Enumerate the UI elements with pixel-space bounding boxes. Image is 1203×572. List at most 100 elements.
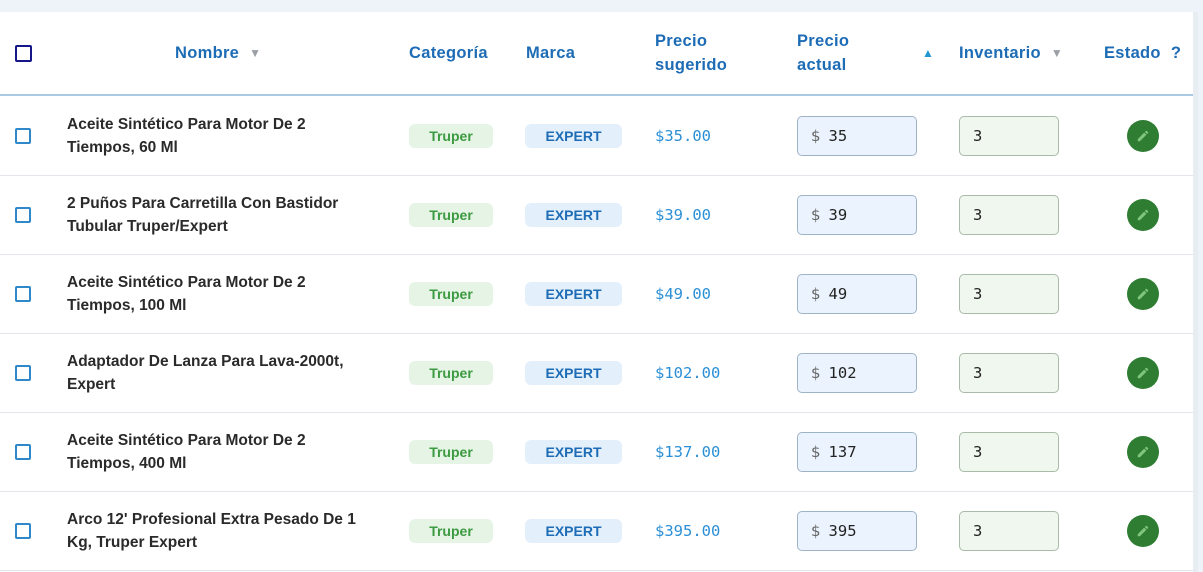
status-cell [1127, 333, 1159, 412]
current-price-value: 395 [828, 521, 857, 540]
edit-button[interactable] [1127, 356, 1159, 389]
brand-cell: EXPERT [525, 96, 622, 175]
brand-cell: EXPERT [525, 333, 622, 412]
product-name-line2: Tiempos, 60 Ml [67, 138, 178, 156]
current-price-cell: $ 137 [797, 412, 917, 491]
row-select-cell [15, 254, 31, 333]
table-row: Adaptador De Lanza Para Lava-2000t, Expe… [0, 333, 1198, 413]
inventory-input[interactable]: 3 [959, 431, 1059, 472]
product-name-line1: Arco 12' Profesional Extra Pesado De 1 [67, 510, 356, 528]
suggested-price: $39.00 [655, 205, 711, 224]
current-price-value: 35 [828, 126, 848, 145]
product-name-line1: Aceite Sintético Para Motor De 2 [67, 431, 306, 449]
table-header: Nombre ▼ Categoría Marca Precio sugerido… [0, 12, 1198, 96]
currency-symbol: $ [811, 126, 821, 145]
currency-symbol: $ [811, 442, 821, 461]
column-label-marca: Marca [526, 44, 576, 62]
category-cell: Truper [409, 96, 493, 175]
row-select-cell [15, 491, 31, 570]
current-price-input[interactable]: $ 35 [797, 115, 917, 156]
status-cell [1127, 175, 1159, 254]
inventory-input[interactable]: 3 [959, 510, 1059, 551]
current-price-input[interactable]: $ 39 [797, 194, 917, 235]
inventory-cell: 3 [959, 491, 1059, 570]
column-header-marca: Marca [526, 12, 575, 94]
current-price-input[interactable]: $ 49 [797, 273, 917, 314]
pencil-icon [1137, 525, 1149, 536]
inventory-input[interactable]: 3 [959, 352, 1059, 393]
row-checkbox[interactable] [15, 206, 31, 223]
current-price-value: 49 [828, 284, 848, 303]
current-price-input[interactable]: $ 137 [797, 431, 917, 472]
brand-cell: EXPERT [525, 254, 622, 333]
brand-badge: EXPERT [525, 281, 622, 306]
sort-down-icon[interactable]: ▼ [1051, 41, 1063, 65]
brand-cell: EXPERT [525, 412, 622, 491]
inventory-cell: 3 [959, 333, 1059, 412]
inventory-cell: 3 [959, 254, 1059, 333]
product-name-cell: 2 Puños Para Carretilla Con Bastidor Tub… [67, 175, 387, 254]
row-checkbox[interactable] [15, 127, 31, 144]
sort-up-icon[interactable]: ▲ [922, 41, 934, 65]
inventory-cell: 3 [959, 175, 1059, 254]
category-badge: Truper [409, 281, 493, 306]
inventory-input[interactable]: 3 [959, 194, 1059, 235]
brand-badge: EXPERT [525, 123, 622, 148]
product-name: Adaptador De Lanza Para Lava-2000t, Expe… [67, 350, 387, 396]
status-cell [1127, 254, 1159, 333]
select-all-checkbox[interactable] [15, 44, 32, 62]
current-price-input[interactable]: $ 395 [797, 510, 917, 551]
product-name-line2: Kg, Truper Expert [67, 533, 198, 551]
product-name-cell: Arco 12' Profesional Extra Pesado De 1 K… [67, 491, 387, 570]
product-name-line1: Aceite Sintético Para Motor De 2 [67, 273, 306, 291]
table-row: Aceite Sintético Para Motor De 2 Tiempos… [0, 412, 1198, 492]
sort-down-icon[interactable]: ▼ [249, 41, 261, 65]
suggested-price: $137.00 [655, 442, 721, 461]
inventory-value: 3 [973, 284, 983, 303]
column-header-precio-sugerido: Precio sugerido [655, 12, 727, 94]
column-label-precio-sugerido-line2: sugerido [655, 56, 728, 74]
edit-button[interactable] [1127, 277, 1159, 310]
column-header-categoria: Categoría [409, 12, 488, 94]
category-badge: Truper [409, 439, 493, 464]
table-row: 2 Puños Para Carretilla Con Bastidor Tub… [0, 175, 1198, 255]
edit-button[interactable] [1127, 514, 1159, 547]
scrollbar[interactable] [1193, 12, 1198, 572]
inventory-input[interactable]: 3 [959, 115, 1059, 156]
inventory-cell: 3 [959, 96, 1059, 175]
row-checkbox[interactable] [15, 443, 31, 460]
edit-button[interactable] [1127, 435, 1159, 468]
category-cell: Truper [409, 333, 493, 412]
suggested-price-cell: $49.00 [655, 254, 711, 333]
brand-badge: EXPERT [525, 518, 622, 543]
column-label-nombre: Nombre [175, 44, 240, 62]
inventory-input[interactable]: 3 [959, 273, 1059, 314]
column-label-precio-actual-line1: Precio [797, 32, 850, 50]
row-checkbox[interactable] [15, 522, 31, 539]
help-icon[interactable]: ? [1171, 41, 1181, 65]
category-cell: Truper [409, 254, 493, 333]
edit-button[interactable] [1127, 119, 1159, 152]
row-select-cell [15, 333, 31, 412]
column-header-nombre[interactable]: Nombre ▼ [175, 12, 261, 94]
row-checkbox[interactable] [15, 364, 31, 381]
product-name: Arco 12' Profesional Extra Pesado De 1 K… [67, 508, 387, 554]
column-label-inventario: Inventario [959, 44, 1041, 62]
column-header-inventario[interactable]: Inventario ▼ [959, 12, 1063, 94]
pencil-icon [1137, 367, 1149, 378]
row-checkbox[interactable] [15, 285, 31, 302]
table-row: Aceite Sintético Para Motor De 2 Tiempos… [0, 96, 1198, 176]
edit-button[interactable] [1127, 198, 1159, 231]
column-header-precio-actual[interactable]: Precio actual [797, 12, 849, 94]
row-select-cell [15, 175, 31, 254]
row-select-cell [15, 412, 31, 491]
brand-cell: EXPERT [525, 175, 622, 254]
product-name-line1: Adaptador De Lanza Para Lava-2000t, [67, 352, 344, 370]
inventory-cell: 3 [959, 412, 1059, 491]
inventory-value: 3 [973, 521, 983, 540]
suggested-price-cell: $395.00 [655, 491, 720, 570]
current-price-input[interactable]: $ 102 [797, 352, 917, 393]
product-name-line2: Expert [67, 375, 116, 393]
inventory-value: 3 [973, 205, 983, 224]
product-name-cell: Aceite Sintético Para Motor De 2 Tiempos… [67, 254, 387, 333]
